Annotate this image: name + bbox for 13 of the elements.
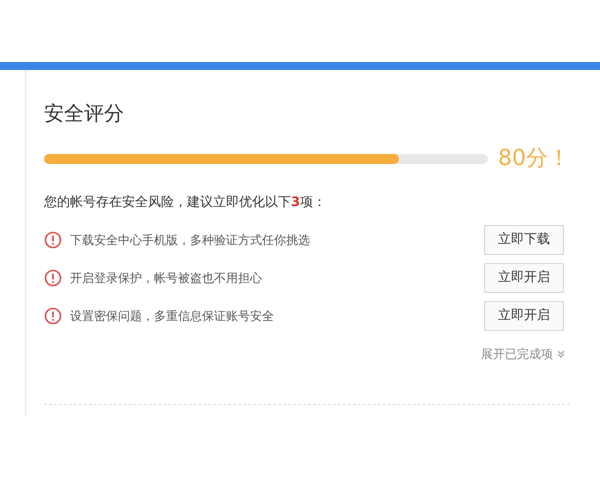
action-button[interactable]: 立即开启 [484, 262, 564, 292]
warning-icon [44, 268, 62, 286]
score-value: 80分！ [498, 145, 570, 173]
action-button[interactable]: 立即下载 [484, 224, 564, 254]
expand-completed-link[interactable]: 展开已完成项 [481, 344, 566, 362]
risk-notice: 您的帐号存在安全风险，建议立即优化以下3项： [44, 194, 328, 212]
risk-item-text: 设置密保问题，多重信息保证账号安全 [70, 308, 275, 324]
warning-icon [44, 306, 62, 324]
risk-item-text: 下载安全中心手机版，多种验证方式任你挑选 [70, 232, 311, 248]
warning-icon [44, 230, 62, 248]
risk-item-text: 开启登录保护，帐号被盗也不用担心 [70, 270, 263, 286]
action-button[interactable]: 立即开启 [484, 300, 564, 330]
section-title: 安全评分 [44, 100, 125, 127]
